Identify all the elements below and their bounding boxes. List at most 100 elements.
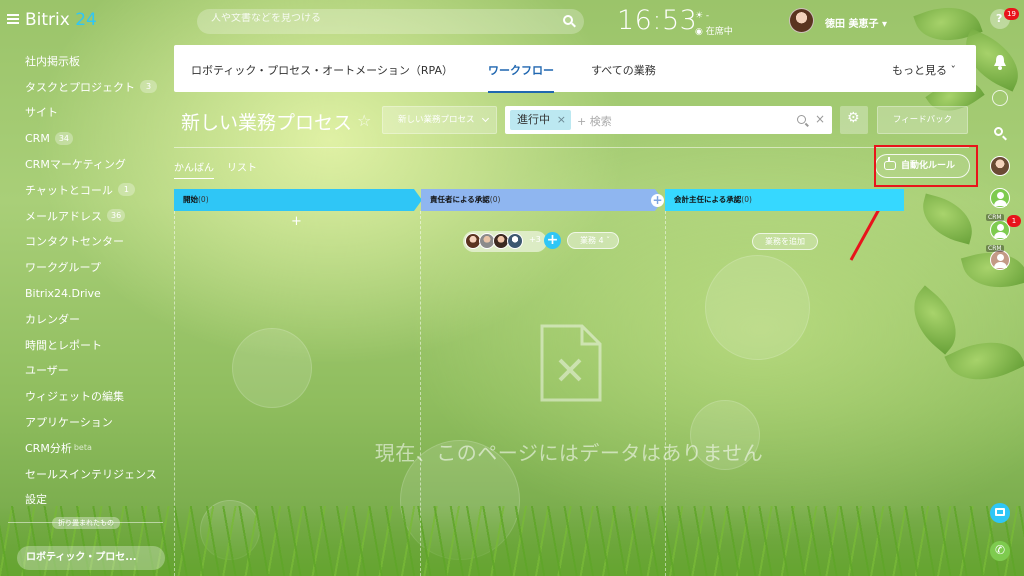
sidebar-item[interactable]: カレンダー (0, 306, 165, 332)
sidebar-item[interactable]: チャットとコール 1 (0, 177, 165, 203)
top-bar: Bitrix 24 16:53 ☀ - ◉ 在席中 徳田 美恵子 ▾ (0, 0, 1024, 44)
sidebar-item-label: ウィジェットの編集 (25, 390, 124, 404)
collapsed-divider: 折り畳まれたもの (8, 517, 163, 536)
tab-more[interactable]: もっと見る ˇ (892, 62, 956, 78)
automation-rules-label: 自動化ルール (901, 161, 956, 171)
menu-icon[interactable] (7, 14, 19, 24)
avatar[interactable] (990, 156, 1010, 176)
sidebar-item-label: チャットとコール (25, 183, 113, 197)
search-icon[interactable] (990, 124, 1010, 144)
sidebar-item-label: タスクとプロジェクト (25, 80, 135, 94)
bell-icon[interactable] (990, 52, 1010, 72)
clock[interactable]: 16:53 (617, 5, 697, 36)
empty-state-text: 現在、このページにはデータはありません (374, 441, 764, 465)
sidebar-item-label: 時間とレポート (25, 338, 102, 352)
add-column-button[interactable]: + (651, 194, 664, 207)
column-divider (174, 211, 175, 576)
column-title: 会計主任による承認 (674, 195, 742, 204)
column-header-accounting-approval[interactable]: 会計主任による承認(0) (665, 189, 904, 211)
sidebar-item[interactable]: 時間とレポート (0, 332, 165, 358)
star-icon[interactable]: ☆ (357, 111, 371, 130)
column-count: (0) (198, 195, 209, 204)
tab-rpa[interactable]: ロボティック・プロセス・オートメーション（RPA） (191, 62, 453, 78)
filter-chip[interactable]: 進行中 × (510, 110, 571, 130)
automation-rules-button[interactable]: 自動化ルール (875, 154, 970, 178)
settings-button[interactable]: ⚙ (840, 106, 868, 134)
crm-user-icon[interactable] (990, 250, 1010, 270)
divider (174, 147, 969, 148)
sidebar-item[interactable]: CRM分析 beta (0, 435, 165, 461)
sidebar-item-label: 社内掲示板 (25, 54, 80, 68)
sidebar-item-label: メールアドレス (25, 209, 102, 223)
clock-icon[interactable] (992, 90, 1008, 106)
feedback-button[interactable]: フィードバック (877, 106, 968, 134)
page-title: 新しい業務プロセス (181, 112, 353, 134)
sidebar-item-label: CRMマーケティング (25, 158, 126, 172)
add-task-button[interactable]: 業務を追加 (752, 233, 818, 250)
sidebar-item[interactable]: ユーザー (0, 358, 165, 384)
column-count: (0) (489, 195, 501, 204)
sidebar-item-label: CRM分析 (25, 441, 72, 455)
filter-search-input[interactable]: + 検索 (577, 113, 612, 129)
screen-share-icon[interactable] (990, 503, 1010, 523)
counter-badge: 36 (107, 209, 126, 223)
sidebar-item[interactable]: ワークグループ (0, 254, 165, 280)
sidebar-item[interactable]: コンタクトセンター (0, 229, 165, 255)
close-icon[interactable]: × (557, 110, 566, 130)
phone-icon[interactable]: ✆ (990, 541, 1010, 561)
process-select-label: 新しい業務プロセス (398, 115, 475, 125)
sidebar-item-label: Bitrix24.Drive (25, 286, 101, 300)
search-input[interactable] (211, 13, 541, 24)
sidebar-item[interactable]: セールスインテリジェンス (0, 461, 165, 487)
column-header-start[interactable]: 開始(0) (174, 189, 422, 211)
view-kanban[interactable]: かんばん (174, 159, 214, 179)
sidebar-item[interactable]: CRM 34 (0, 125, 165, 151)
tab-all-tasks[interactable]: すべての業務 (591, 62, 656, 78)
sidebar-item-label: ワークグループ (25, 261, 101, 275)
filter-bar[interactable]: 進行中 × + 検索 (505, 106, 832, 134)
add-item-button[interactable]: + (291, 214, 302, 229)
collapsed-label[interactable]: 折り畳まれたもの (52, 517, 120, 529)
work-status[interactable]: ☀ - ◉ 在席中 (695, 8, 733, 40)
sidebar-item[interactable]: ウィジェットの編集 (0, 383, 165, 409)
search-icon[interactable] (563, 15, 573, 25)
beta-tag: beta (73, 443, 92, 453)
global-search[interactable] (197, 9, 584, 34)
chevron-down-icon (481, 114, 490, 123)
column-count: (0) (741, 195, 752, 204)
sidebar-item-rpa[interactable]: ロボティック・プロセ... (17, 546, 165, 570)
clear-icon[interactable]: × (815, 112, 825, 126)
user-icon[interactable] (990, 188, 1010, 208)
user-avatar[interactable] (789, 8, 814, 33)
crm-tag: CRM (986, 245, 1004, 252)
tasks-dropdown[interactable]: 業務 4 ˇ (567, 232, 619, 249)
responsible-users[interactable]: +3 (463, 231, 547, 252)
tab-workflow[interactable]: ワークフロー (488, 62, 554, 93)
sidebar-item[interactable]: サイト (0, 100, 165, 126)
status-label: ◉ 在席中 (695, 27, 733, 37)
chevron-down-icon: ▾ (881, 19, 887, 30)
sidebar-item[interactable]: タスクとプロジェクト 3 (0, 74, 165, 100)
view-list[interactable]: リスト (227, 159, 257, 174)
add-user-button[interactable]: + (544, 232, 561, 249)
sidebar-item[interactable]: 社内掲示板 (0, 48, 165, 74)
question-mark-icon: ? (996, 12, 1003, 25)
top-tabs: ロボティック・プロセス・オートメーション（RPA） ワークフロー すべての業務 … (174, 45, 976, 93)
filter-chip-label: 進行中 (517, 113, 550, 126)
user-name[interactable]: 徳田 美恵子 ▾ (825, 15, 887, 30)
process-select[interactable]: 新しい業務プロセス (382, 106, 497, 134)
left-sidebar: 社内掲示板 タスクとプロジェクト 3 サイト CRM 34 CRMマーケティング チャットとコ… (0, 48, 165, 512)
crm-tag: CRM (986, 214, 1004, 221)
sidebar-item[interactable]: CRMマーケティング (0, 151, 165, 177)
sidebar-item[interactable]: 設定 (0, 487, 165, 513)
avatar (507, 233, 523, 249)
column-title: 責任者による承認 (430, 195, 490, 204)
search-icon[interactable] (797, 115, 806, 124)
sidebar-item[interactable]: アプリケーション (0, 409, 165, 435)
logo[interactable]: Bitrix 24 (25, 10, 97, 30)
gear-icon: ⚙ (847, 110, 860, 126)
sidebar-item[interactable]: メールアドレス 36 (0, 203, 165, 229)
sidebar-item[interactable]: Bitrix24.Drive (0, 280, 165, 306)
column-header-manager-approval[interactable]: 責任者による承認(0) (421, 189, 663, 211)
column-title: 開始 (183, 195, 198, 204)
